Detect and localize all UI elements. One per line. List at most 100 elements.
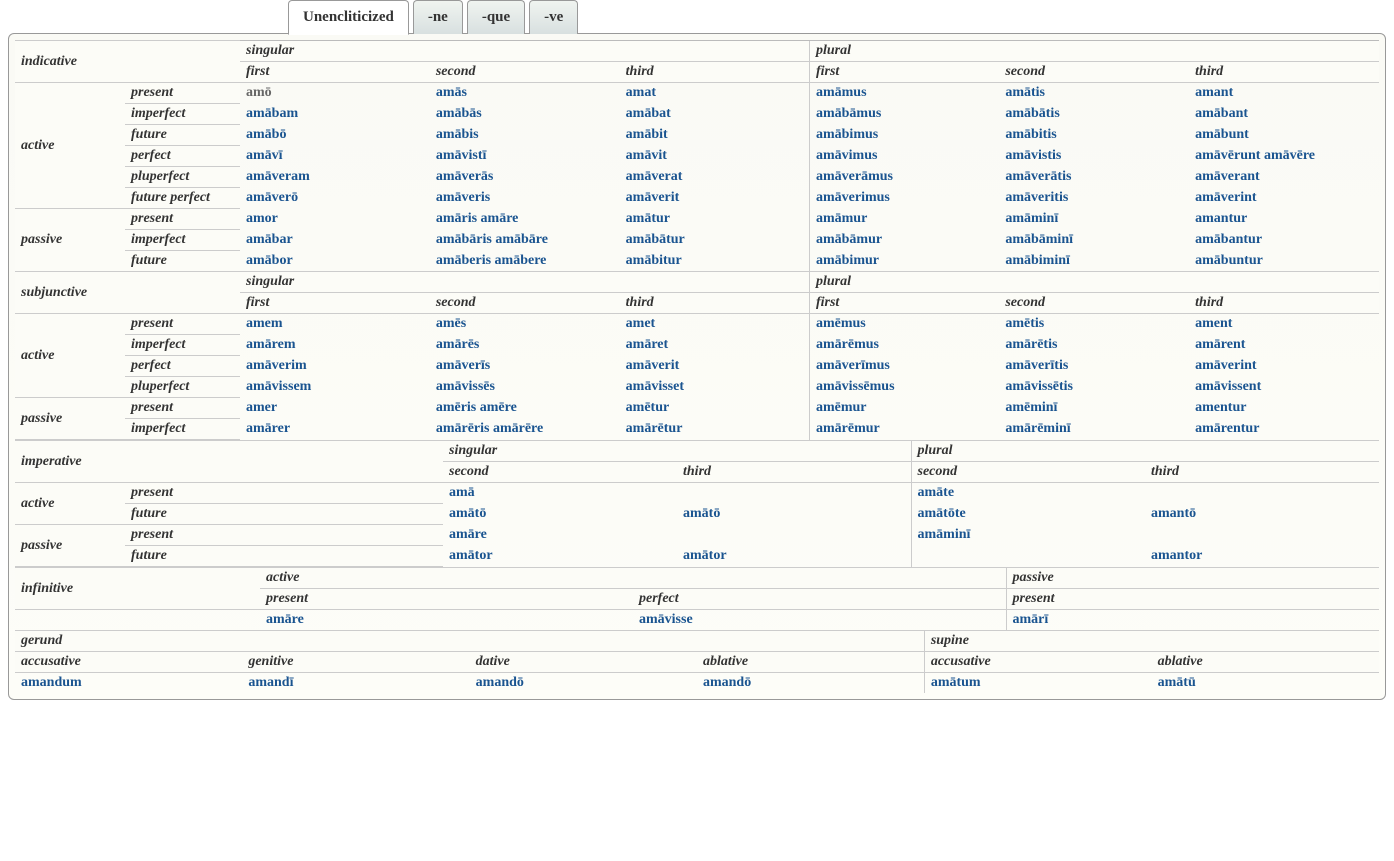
form[interactable]: amāveritis xyxy=(999,188,1189,209)
form[interactable]: amātor xyxy=(443,546,677,567)
form[interactable]: amet xyxy=(620,314,810,335)
form[interactable]: amāverīs xyxy=(430,356,620,377)
form[interactable]: amābor xyxy=(240,251,430,272)
form[interactable]: amābat xyxy=(620,104,810,125)
form[interactable]: amābitur xyxy=(620,251,810,272)
form[interactable]: amābit xyxy=(620,125,810,146)
form[interactable]: amer xyxy=(240,398,430,419)
form[interactable]: amētis xyxy=(999,314,1189,335)
form[interactable]: amāvistis xyxy=(999,146,1189,167)
form[interactable]: amāvit xyxy=(620,146,810,167)
form[interactable]: amēmus xyxy=(809,314,999,335)
form[interactable]: amāveris xyxy=(430,188,620,209)
form[interactable]: amārer xyxy=(240,419,430,440)
form[interactable]: amābimur xyxy=(809,251,999,272)
form[interactable]: amābant xyxy=(1189,104,1379,125)
form[interactable]: amāverātis xyxy=(999,167,1189,188)
form[interactable]: amābāmur xyxy=(809,230,999,251)
form[interactable]: amābās xyxy=(430,104,620,125)
form[interactable]: amandō xyxy=(470,673,697,694)
form[interactable]: amāminī xyxy=(911,525,1145,546)
form[interactable]: amāverat xyxy=(620,167,810,188)
form[interactable]: amāvissētis xyxy=(999,377,1189,398)
form[interactable]: amātōte xyxy=(911,504,1145,525)
form[interactable]: amāverītis xyxy=(999,356,1189,377)
form[interactable]: amāris amāre xyxy=(430,209,620,230)
form[interactable]: amārēmus xyxy=(809,335,999,356)
form[interactable]: amem xyxy=(240,314,430,335)
form[interactable]: amāverint xyxy=(1189,356,1379,377)
form[interactable]: amāvissēs xyxy=(430,377,620,398)
form[interactable]: amāvistī xyxy=(430,146,620,167)
form[interactable]: amāverīmus xyxy=(809,356,999,377)
form[interactable]: amāmus xyxy=(809,83,999,104)
form[interactable]: amandī xyxy=(242,673,469,694)
form[interactable]: amāvimus xyxy=(809,146,999,167)
form[interactable]: amāvērunt amāvēre xyxy=(1189,146,1379,167)
form[interactable]: amātor xyxy=(677,546,911,567)
form[interactable]: amābunt xyxy=(1189,125,1379,146)
form[interactable]: amābātur xyxy=(620,230,810,251)
form[interactable]: amātō xyxy=(443,504,677,525)
form[interactable]: amēris amēre xyxy=(430,398,620,419)
form[interactable]: amārētis xyxy=(999,335,1189,356)
form[interactable]: amās xyxy=(430,83,620,104)
form[interactable]: amātis xyxy=(999,83,1189,104)
form[interactable]: amābuntur xyxy=(1189,251,1379,272)
form[interactable]: amārēminī xyxy=(999,419,1189,440)
form[interactable]: amāverit xyxy=(620,188,810,209)
form[interactable]: amētur xyxy=(620,398,810,419)
form[interactable]: amēs xyxy=(430,314,620,335)
form[interactable]: amābantur xyxy=(1189,230,1379,251)
form[interactable]: amat xyxy=(620,83,810,104)
form[interactable]: ament xyxy=(1189,314,1379,335)
form[interactable]: amāverāmus xyxy=(809,167,999,188)
form[interactable]: amantō xyxy=(1145,504,1379,525)
form[interactable]: amāverim xyxy=(240,356,430,377)
form[interactable]: amāmur xyxy=(809,209,999,230)
form[interactable]: amābāmus xyxy=(809,104,999,125)
form[interactable]: amārēris amārēre xyxy=(430,419,620,440)
form[interactable]: amātur xyxy=(620,209,810,230)
form[interactable]: amāberis amābere xyxy=(430,251,620,272)
form[interactable]: amāverās xyxy=(430,167,620,188)
form[interactable]: amābiminī xyxy=(999,251,1189,272)
form[interactable]: amāre xyxy=(443,525,677,546)
form[interactable]: amāminī xyxy=(999,209,1189,230)
form[interactable]: amāverō xyxy=(240,188,430,209)
form[interactable]: amāre xyxy=(260,610,633,631)
form[interactable]: amant xyxy=(1189,83,1379,104)
form[interactable]: amandum xyxy=(15,673,242,694)
form[interactable]: amandō xyxy=(697,673,924,694)
form[interactable]: amāvisset xyxy=(620,377,810,398)
form[interactable]: amēmur xyxy=(809,398,999,419)
form[interactable]: amāvissēmus xyxy=(809,377,999,398)
tab-que[interactable]: -que xyxy=(467,0,525,34)
form[interactable]: amāte xyxy=(911,483,1145,504)
form[interactable]: amantor xyxy=(1145,546,1379,567)
tab-unencliticized[interactable]: Unencliticized xyxy=(288,0,409,35)
form[interactable]: amātō xyxy=(677,504,911,525)
form[interactable]: amābis xyxy=(430,125,620,146)
form[interactable]: amātū xyxy=(1152,673,1379,694)
form[interactable]: amāveram xyxy=(240,167,430,188)
form[interactable]: amābar xyxy=(240,230,430,251)
form[interactable]: amāverint xyxy=(1189,188,1379,209)
form[interactable]: amārentur xyxy=(1189,419,1379,440)
form[interactable]: amārī xyxy=(1006,610,1379,631)
form[interactable]: amēminī xyxy=(999,398,1189,419)
form[interactable]: amābimus xyxy=(809,125,999,146)
form[interactable]: amāvī xyxy=(240,146,430,167)
form[interactable]: amārēmur xyxy=(809,419,999,440)
form[interactable]: amābāminī xyxy=(999,230,1189,251)
form[interactable]: amāvisse xyxy=(633,610,1006,631)
form[interactable]: amāverit xyxy=(620,356,810,377)
form[interactable]: amāverimus xyxy=(809,188,999,209)
tab-ne[interactable]: -ne xyxy=(413,0,463,34)
form[interactable]: amentur xyxy=(1189,398,1379,419)
form[interactable]: amābāris amābāre xyxy=(430,230,620,251)
form[interactable]: amā xyxy=(443,483,677,504)
form[interactable]: amāret xyxy=(620,335,810,356)
form[interactable]: amātum xyxy=(924,673,1151,694)
form[interactable]: amābitis xyxy=(999,125,1189,146)
